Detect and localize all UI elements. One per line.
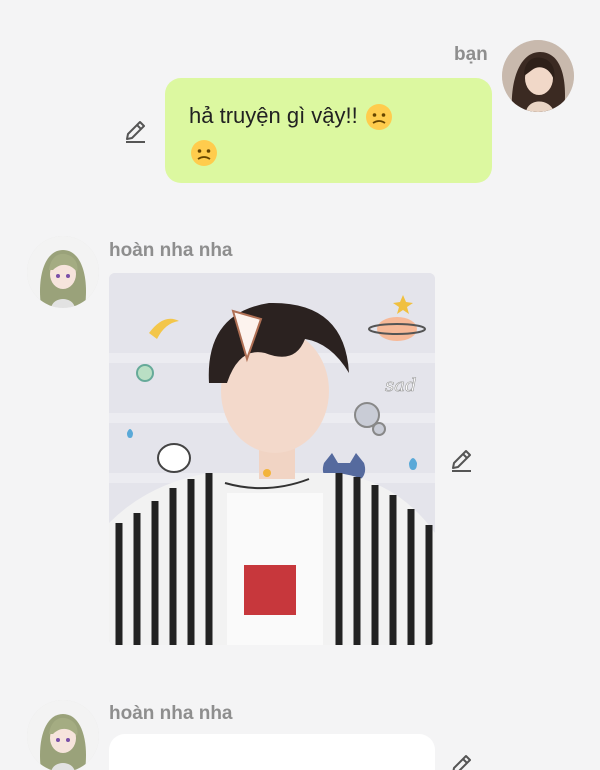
message-bubble-outgoing[interactable]: hả truyện gì vậy!! (165, 78, 492, 183)
photo-message[interactable]: sad (109, 273, 435, 645)
chat-thread: bạn hả truyện gì vậy!! hoàn nha nha sad … (0, 0, 600, 770)
sticker-sad-text: sad (385, 375, 417, 396)
avatar-contact[interactable] (27, 236, 99, 308)
pencil-edit-icon[interactable] (449, 752, 475, 770)
sender-name-contact: hoàn nha nha (109, 703, 233, 724)
pencil-edit-icon[interactable] (123, 118, 149, 144)
sender-name-contact: hoàn nha nha (109, 240, 233, 261)
avatar-me[interactable] (502, 40, 574, 112)
pencil-edit-icon[interactable] (449, 447, 475, 473)
worried-face-emoji-icon (189, 138, 219, 168)
message-bubble-incoming[interactable] (109, 734, 435, 770)
avatar-contact[interactable] (27, 700, 99, 770)
message-text: hả truyện gì vậy!! (189, 103, 358, 128)
sender-name-me: bạn (454, 44, 488, 65)
worried-face-emoji-icon (364, 102, 394, 132)
